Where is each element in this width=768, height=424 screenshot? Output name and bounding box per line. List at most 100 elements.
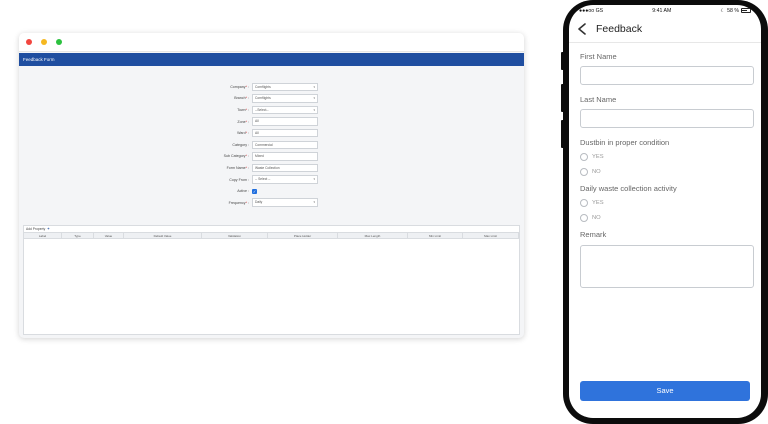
field-value: Waste Collection — [255, 165, 280, 170]
form-label: Ward* : — [214, 131, 252, 135]
form-label-text: Form Name — [226, 165, 246, 170]
form-label: Zone* : — [214, 120, 252, 124]
chevron-down-icon: ▾ — [313, 84, 315, 89]
label-colon: : — [247, 107, 249, 112]
feedback-form: Company* : Cornflights ▾ Branch* : Cornfligh… — [214, 81, 318, 209]
form-label: Company* : — [214, 85, 252, 89]
form-text-input[interactable]: All — [252, 128, 318, 138]
form-label-text: Zone — [237, 119, 246, 124]
form-select[interactable]: -- Select -- ▾ — [252, 175, 318, 184]
remark-label: Remark — [580, 230, 607, 239]
form-label: Branch* : — [214, 96, 252, 100]
form-row: Ward* : All — [214, 127, 318, 139]
collection-yes-option[interactable]: YES — [580, 195, 751, 210]
dustbin-yes-option[interactable]: YES — [580, 149, 751, 164]
add-property-label: Add Property — [26, 227, 46, 231]
label-colon: : — [247, 154, 249, 159]
form-row: Town* : --Select-- ▾ — [214, 104, 318, 116]
form-text-input[interactable]: Waste Collection — [252, 163, 318, 173]
form-text-input[interactable]: Commercial — [252, 140, 318, 150]
no-label: NO — [592, 214, 601, 221]
battery-percent: 58 % — [727, 7, 739, 14]
app-header: Feedback Form — [19, 53, 524, 66]
table-column-header: Label — [24, 233, 62, 238]
form-select[interactable]: Daily ▾ — [252, 198, 318, 207]
form-label-text: Town — [237, 107, 246, 112]
collection-no-option[interactable]: NO — [580, 210, 751, 225]
minimize-window-button[interactable] — [41, 39, 47, 45]
back-arrow-icon[interactable] — [577, 22, 591, 36]
table-header-row: Label Type Value Default Value Validation Pla… — [24, 232, 519, 239]
chevron-down-icon: ▾ — [313, 200, 315, 205]
phone-mute-switch — [561, 52, 564, 70]
form-text-input[interactable]: All — [252, 117, 318, 126]
label-colon: : — [247, 165, 249, 170]
form-label-text: Company — [230, 84, 246, 89]
form-label: Sub Category* : — [214, 154, 252, 158]
mobile-feedback-form: First Name Last Name Dustbin in proper c… — [569, 52, 761, 288]
label-colon: : — [247, 119, 249, 124]
label-colon: : — [247, 84, 249, 89]
moon-icon: ☾ — [720, 7, 726, 14]
form-row: Frequency* : Daily ▾ — [214, 197, 318, 209]
phone-volume-up — [561, 84, 564, 112]
active-checkbox[interactable]: ✓ — [252, 188, 257, 194]
chevron-down-icon: ▾ — [313, 107, 315, 112]
label-colon: : — [247, 189, 249, 194]
last-name-input[interactable] — [580, 109, 754, 128]
radio-button[interactable] — [580, 167, 588, 176]
form-label-text: Copy From — [229, 177, 247, 182]
first-name-input[interactable] — [580, 66, 754, 85]
daily-collection-label: Daily waste collection activity — [580, 184, 677, 193]
first-name-label: First Name — [580, 52, 617, 61]
radio-button[interactable] — [580, 198, 588, 207]
carrier-signal: ●●●oo GS — [579, 7, 604, 14]
form-row: Category : Commercial — [214, 139, 318, 151]
dustbin-condition-label: Dustbin in proper condition — [580, 138, 670, 147]
label-colon: : — [247, 142, 249, 147]
save-button[interactable]: Save — [580, 381, 750, 401]
maximize-window-button[interactable] — [56, 39, 62, 45]
close-window-button[interactable] — [26, 39, 32, 45]
field-value: Cornflights — [255, 96, 271, 101]
form-row: Active : ✓ — [214, 185, 318, 197]
form-label: Active : — [214, 189, 252, 193]
radio-button[interactable] — [580, 213, 588, 222]
form-label-text: Active — [237, 189, 247, 194]
label-colon: : — [247, 131, 249, 136]
form-label-text: Branch — [234, 96, 246, 101]
form-label: Copy From : — [214, 178, 252, 182]
form-row: Form Name* : Waste Collection — [214, 162, 318, 174]
plus-icon: + — [47, 226, 50, 231]
form-select[interactable]: Cornflights ▾ — [252, 94, 318, 103]
form-label: Category : — [214, 143, 252, 147]
form-label-text: Category — [232, 142, 247, 147]
table-column-header: Type — [62, 233, 94, 238]
form-label: Frequency* : — [214, 201, 252, 205]
window-titlebar — [19, 33, 524, 52]
table-column-header: Max Limit — [463, 233, 519, 238]
field-value: -- Select -- — [255, 177, 271, 182]
no-label: NO — [592, 168, 601, 175]
nav-title: Feedback — [596, 23, 643, 35]
label-colon: : — [247, 177, 249, 182]
form-label-text: Sub Category — [223, 154, 246, 159]
form-select[interactable]: Cornflights ▾ — [252, 82, 318, 92]
form-label-text: Frequency — [228, 200, 246, 205]
yes-label: YES — [592, 153, 604, 160]
table-column-header: Place Holder — [268, 233, 338, 238]
desktop-browser-window: Feedback Form Company* : Cornflights ▾ Bran… — [19, 33, 524, 338]
field-value: Cornflights — [255, 84, 271, 89]
form-text-input[interactable]: Mixed — [252, 152, 318, 161]
form-row: Copy From : -- Select -- ▾ — [214, 174, 318, 186]
table-column-header: Default Value — [124, 233, 202, 238]
form-row: Zone* : All — [214, 116, 318, 128]
field-value: All — [255, 130, 259, 135]
form-select[interactable]: --Select-- ▾ — [252, 105, 318, 115]
radio-button[interactable] — [580, 152, 588, 161]
remark-textarea[interactable] — [580, 245, 754, 288]
yes-label: YES — [592, 199, 604, 206]
table-column-header: Value — [94, 233, 124, 238]
dustbin-no-option[interactable]: NO — [580, 164, 751, 179]
form-label: Form Name* : — [214, 166, 252, 170]
